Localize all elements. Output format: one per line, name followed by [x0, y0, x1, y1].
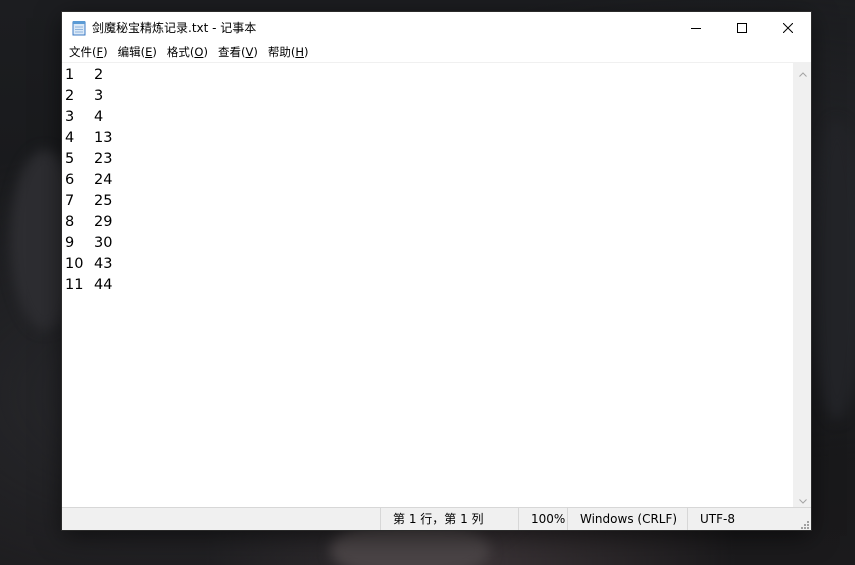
line-record-value: 44	[94, 277, 113, 293]
menu-format-paren: )	[203, 45, 208, 59]
text-line: 5 23	[65, 149, 793, 170]
menu-help[interactable]: 帮助(H)	[263, 43, 314, 62]
scroll-down-button[interactable]	[794, 490, 811, 507]
line-index-value: 4	[65, 130, 75, 146]
close-icon	[782, 18, 794, 37]
resize-grip-icon[interactable]	[799, 518, 809, 529]
minimize-button[interactable]	[673, 12, 719, 43]
notepad-window: 剑魔秘宝精炼记录.txt - 记事本 文件(F) 编辑(E) 格式(O) 查看(…	[62, 12, 811, 530]
menu-help-label: 帮助(	[267, 45, 296, 59]
maximize-icon	[737, 18, 747, 37]
text-line: 6 24	[65, 170, 793, 191]
vertical-scrollbar[interactable]	[793, 63, 811, 507]
line-record-value: 4	[94, 109, 104, 125]
chevron-down-icon	[798, 489, 807, 508]
line-record-value: 3	[94, 88, 104, 104]
text-editor[interactable]: 1 2 2 3 3 4 4 13 5 23 6 24 7 25 8 29 9 30 10 43 11 44	[62, 63, 793, 507]
status-bar: 第 1 行，第 1 列 100% Windows (CRLF) UTF-8	[62, 507, 811, 530]
line-record-value: 2	[94, 67, 104, 83]
window-title: 剑魔秘宝精炼记录.txt - 记事本	[92, 21, 257, 35]
menu-edit-paren: )	[152, 45, 157, 59]
menu-view-label: 查看(	[217, 45, 246, 59]
line-index-value: 11	[65, 277, 84, 293]
maximize-button[interactable]	[719, 12, 765, 43]
line-record-value: 23	[94, 151, 113, 167]
line-record-value: 30	[94, 235, 113, 251]
line-record-value: 25	[94, 193, 113, 209]
line-record-value: 29	[94, 214, 113, 230]
status-line-ending: Windows (CRLF)	[567, 508, 677, 530]
line-index-value: 6	[65, 172, 75, 188]
menu-file-paren: )	[103, 45, 108, 59]
text-line: 12	[65, 65, 793, 86]
line-record-value: 24	[94, 172, 113, 188]
line-index-value: 3	[65, 109, 75, 125]
chevron-up-icon	[798, 62, 807, 81]
line-index-value: 2	[65, 88, 75, 104]
text-line: 11 44	[65, 275, 793, 296]
text-line: 9 30	[65, 233, 793, 254]
line-index-value: 8	[65, 214, 75, 230]
menu-format-label: 格式(	[166, 45, 195, 59]
menu-view[interactable]: 查看(V)	[213, 43, 263, 62]
menu-file[interactable]: 文件(F)	[64, 43, 113, 62]
menu-format[interactable]: 格式(O)	[162, 43, 213, 62]
menu-edit[interactable]: 编辑(E)	[113, 43, 162, 62]
text-line: 8 29	[65, 212, 793, 233]
menu-bar: 文件(F) 编辑(E) 格式(O) 查看(V) 帮助(H)	[62, 43, 811, 62]
status-zoom: 100%	[518, 508, 565, 530]
line-index-value: 5	[65, 151, 75, 167]
menu-file-label: 文件(	[69, 45, 97, 59]
minimize-icon	[691, 18, 701, 37]
editor-area: 1 2 2 3 3 4 4 13 5 23 6 24 7 25 8 29 9 30 10 43 11 44	[62, 62, 811, 507]
menu-help-paren: )	[304, 45, 309, 59]
line-index-value: 7	[65, 193, 75, 209]
title-bar[interactable]: 剑魔秘宝精炼记录.txt - 记事本	[62, 12, 811, 43]
menu-help-accelerator: H	[295, 45, 304, 59]
line-index-value: 10	[65, 256, 84, 272]
status-cursor-position: 第 1 行，第 1 列	[380, 508, 484, 530]
line-index-value: 9	[65, 235, 75, 251]
line-record-value: 13	[94, 130, 113, 146]
text-line: 4 13	[65, 128, 793, 149]
wallpaper-shadow-right	[812, 120, 855, 420]
close-button[interactable]	[765, 12, 811, 43]
text-line: 7 25	[65, 191, 793, 212]
menu-edit-label: 编辑(	[117, 45, 146, 59]
line-index-value: 1	[65, 67, 75, 83]
text-line: 10 43	[65, 254, 793, 275]
menu-view-paren: )	[253, 45, 258, 59]
notepad-icon	[72, 20, 86, 36]
text-line: 23	[65, 86, 793, 107]
window-controls	[673, 12, 811, 43]
scroll-up-button[interactable]	[794, 63, 811, 80]
status-encoding: UTF-8	[687, 508, 735, 530]
line-record-value: 43	[94, 256, 113, 272]
text-line: 34	[65, 107, 793, 128]
